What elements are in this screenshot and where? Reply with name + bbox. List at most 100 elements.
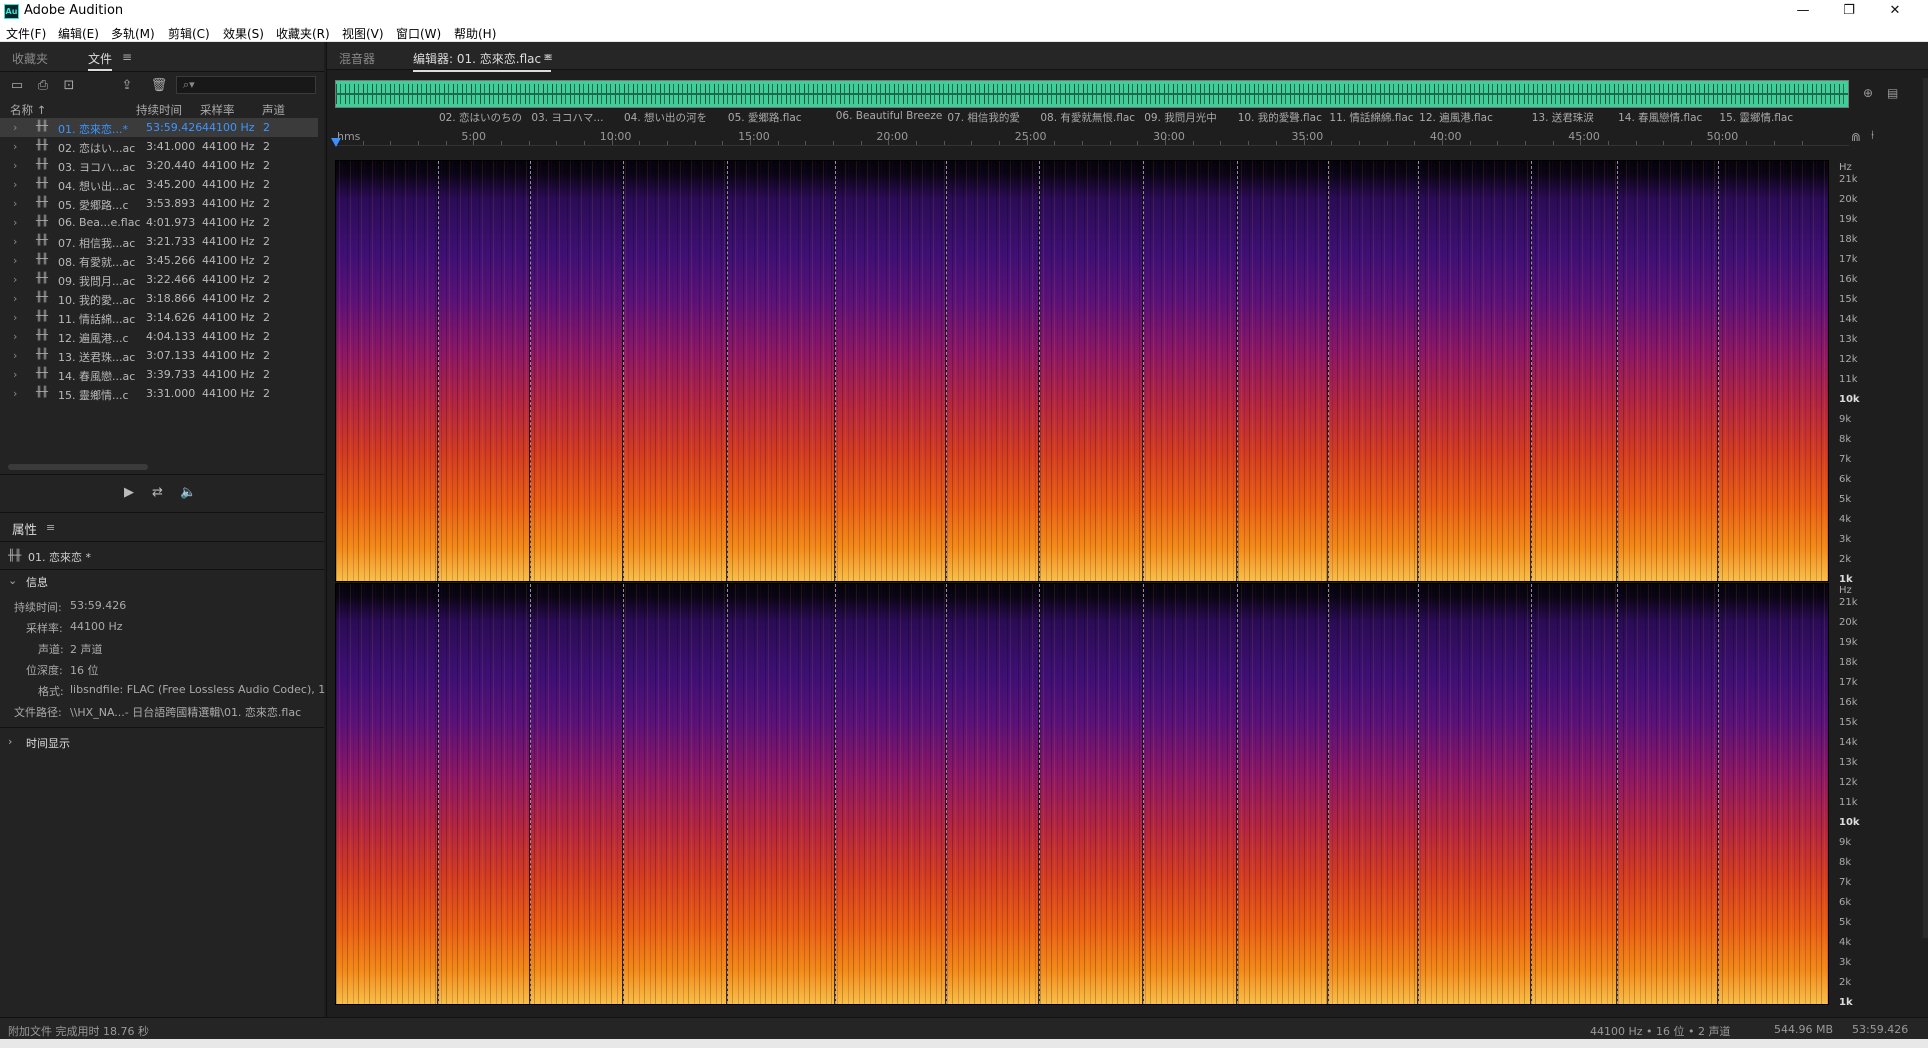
import-file-icon[interactable]: ⎙ <box>34 78 52 94</box>
file-row[interactable]: › ╫╫ 14. 春風戀...ac 3:39.733 44100 Hz 2 <box>0 365 318 384</box>
menu-clip[interactable]: 剪辑(C) <box>168 25 210 42</box>
play-icon[interactable]: ▶ <box>124 485 134 500</box>
chevron-right-icon[interactable]: › <box>13 235 17 248</box>
marker-line[interactable] <box>1143 161 1145 581</box>
marker-line[interactable] <box>437 584 439 1004</box>
marker-line[interactable] <box>1617 161 1619 581</box>
tab-mixer[interactable]: 混音器 <box>339 50 375 67</box>
marker-line[interactable] <box>1236 584 1238 1004</box>
marker-line[interactable] <box>622 584 624 1004</box>
chevron-right-icon[interactable]: › <box>13 178 17 191</box>
file-row[interactable]: › ╫╫ 13. 送君珠...ac 3:07.133 44100 Hz 2 <box>0 346 318 365</box>
file-row[interactable]: › ╫╫ 06. Bea...e.flac 4:01.973 44100 Hz 2 <box>0 213 318 232</box>
tab-favorites[interactable]: 收藏夹 <box>12 50 48 67</box>
file-row[interactable]: › ╫╫ 02. 恋はい...ac 3:41.000 44100 Hz 2 <box>0 137 318 156</box>
file-search-input[interactable]: ⌕▾ <box>176 76 316 94</box>
insert-multitrack-icon[interactable]: ⇪ <box>118 78 136 94</box>
menu-file[interactable]: 文件(F) <box>6 25 46 42</box>
chevron-right-icon[interactable]: › <box>13 216 17 229</box>
file-row[interactable]: › ╫╫ 01. 恋來恋...* 53:59.426 44100 Hz 2 <box>0 118 318 137</box>
chevron-right-icon[interactable]: › <box>13 349 17 362</box>
marker-line[interactable] <box>1039 161 1041 581</box>
marker-line[interactable] <box>1617 584 1619 1004</box>
marker-label[interactable]: 07. 相信我的愛 <box>945 110 1020 124</box>
column-duration[interactable]: 持续时间 <box>136 102 182 118</box>
marker-line[interactable] <box>530 161 532 581</box>
marker-line[interactable] <box>1530 584 1532 1004</box>
marker-line[interactable] <box>1530 161 1532 581</box>
chevron-right-icon[interactable]: › <box>13 159 17 172</box>
menu-edit[interactable]: 编辑(E) <box>58 25 99 42</box>
marker-line[interactable] <box>1236 161 1238 581</box>
playhead-handle[interactable] <box>331 138 341 147</box>
vertical-scrollbar[interactable] <box>1923 78 1928 938</box>
new-file-icon[interactable]: ⊡ <box>60 78 78 94</box>
tab-files[interactable]: 文件 <box>88 50 113 71</box>
menu-help[interactable]: 帮助(H) <box>454 25 496 42</box>
marker-line[interactable] <box>1328 584 1330 1004</box>
file-row[interactable]: › ╫╫ 07. 相信我...ac 3:21.733 44100 Hz 2 <box>0 232 318 251</box>
chevron-right-icon[interactable]: › <box>13 121 17 134</box>
chevron-right-icon[interactable]: › <box>13 197 17 210</box>
chevron-down-icon[interactable]: ⌄ <box>8 574 17 587</box>
marker-line[interactable] <box>622 161 624 581</box>
chevron-right-icon[interactable]: › <box>13 292 17 305</box>
info-section-header[interactable]: 信息 <box>26 574 48 590</box>
marker-line[interactable] <box>1143 584 1145 1004</box>
file-row[interactable]: › ╫╫ 10. 我的愛...ac 3:18.866 44100 Hz 2 <box>0 289 318 308</box>
chevron-right-icon[interactable]: › <box>8 735 12 748</box>
marker-line[interactable] <box>834 584 836 1004</box>
zoom-icon[interactable]: ⊕ <box>1863 86 1873 100</box>
chevron-right-icon[interactable]: › <box>13 387 17 400</box>
waveform-overview[interactable] <box>335 80 1849 108</box>
column-channels[interactable]: 声道 <box>262 102 285 118</box>
marker-line[interactable] <box>437 161 439 581</box>
file-row[interactable]: › ╫╫ 09. 我問月...ac 3:22.466 44100 Hz 2 <box>0 270 318 289</box>
time-display-header[interactable]: 时间显示 <box>26 735 70 751</box>
marker-label[interactable]: 05. 愛郷路.flac <box>725 110 802 124</box>
marker-label[interactable]: 09. 我問月光中 <box>1142 110 1217 124</box>
maximize-button[interactable]: ❐ <box>1826 0 1872 22</box>
open-file-icon[interactable]: ▭ <box>8 78 26 94</box>
marker-line[interactable] <box>1328 161 1330 581</box>
file-row[interactable]: › ╫╫ 08. 有愛就...ac 3:45.266 44100 Hz 2 <box>0 251 318 270</box>
marker-line[interactable] <box>530 584 532 1004</box>
horizontal-scrollbar[interactable] <box>8 464 148 470</box>
chevron-right-icon[interactable]: › <box>13 254 17 267</box>
marker-label[interactable]: 03. ヨコハマ... <box>529 110 604 124</box>
headphone-icon[interactable]: ⋒ <box>1851 130 1861 144</box>
marker-label[interactable]: 04. 想い出の河を <box>621 110 707 124</box>
column-name[interactable]: 名称 ↑ <box>10 102 46 118</box>
marker-line[interactable] <box>946 161 948 581</box>
list-icon[interactable]: ▤ <box>1887 86 1898 100</box>
marker-line[interactable] <box>726 584 728 1004</box>
chevron-right-icon[interactable]: › <box>13 330 17 343</box>
marker-line[interactable] <box>834 161 836 581</box>
chevron-right-icon[interactable]: › <box>13 140 17 153</box>
marker-line[interactable] <box>1718 161 1720 581</box>
spectrogram-right-channel[interactable] <box>335 583 1829 1005</box>
marker-line[interactable] <box>1418 161 1420 581</box>
time-ruler[interactable]: hms 5:00 10:00 15:00 20:00 25:00 30:00 35:00 40… <box>335 126 1849 146</box>
marker-label[interactable]: 08. 有愛就無恨.flac <box>1038 110 1136 124</box>
marker-label[interactable]: 10. 我的愛聲.flac <box>1235 110 1322 124</box>
menu-view[interactable]: 视图(V) <box>342 25 384 42</box>
menu-window[interactable]: 窗口(W) <box>396 25 441 42</box>
file-row[interactable]: › ╫╫ 04. 想い出...ac 3:45.200 44100 Hz 2 <box>0 175 318 194</box>
marker-label[interactable]: 02. 恋はいのちの <box>436 110 522 124</box>
menu-favorites[interactable]: 收藏夹(R) <box>276 25 330 42</box>
file-row[interactable]: › ╫╫ 03. ヨコハ...ac 3:20.440 44100 Hz 2 <box>0 156 318 175</box>
close-button[interactable]: ✕ <box>1872 0 1918 22</box>
pin-icon[interactable]: ⍿ <box>1871 128 1874 143</box>
spectrogram-left-channel[interactable] <box>335 160 1829 582</box>
column-sample-rate[interactable]: 采样率 <box>200 102 235 118</box>
editor-menu-icon[interactable]: ≡ <box>543 50 553 64</box>
file-row[interactable]: › ╫╫ 12. 遍風港...c 4:04.133 44100 Hz 2 <box>0 327 318 346</box>
chevron-right-icon[interactable]: › <box>13 368 17 381</box>
file-row[interactable]: › ╫╫ 05. 愛郷路...c 3:53.893 44100 Hz 2 <box>0 194 318 213</box>
chevron-right-icon[interactable]: › <box>13 311 17 324</box>
file-row[interactable]: › ╫╫ 11. 情話綿...ac 3:14.626 44100 Hz 2 <box>0 308 318 327</box>
loop-icon[interactable]: ⇄ <box>152 485 163 500</box>
marker-line[interactable] <box>1718 584 1720 1004</box>
marker-line[interactable] <box>1418 584 1420 1004</box>
